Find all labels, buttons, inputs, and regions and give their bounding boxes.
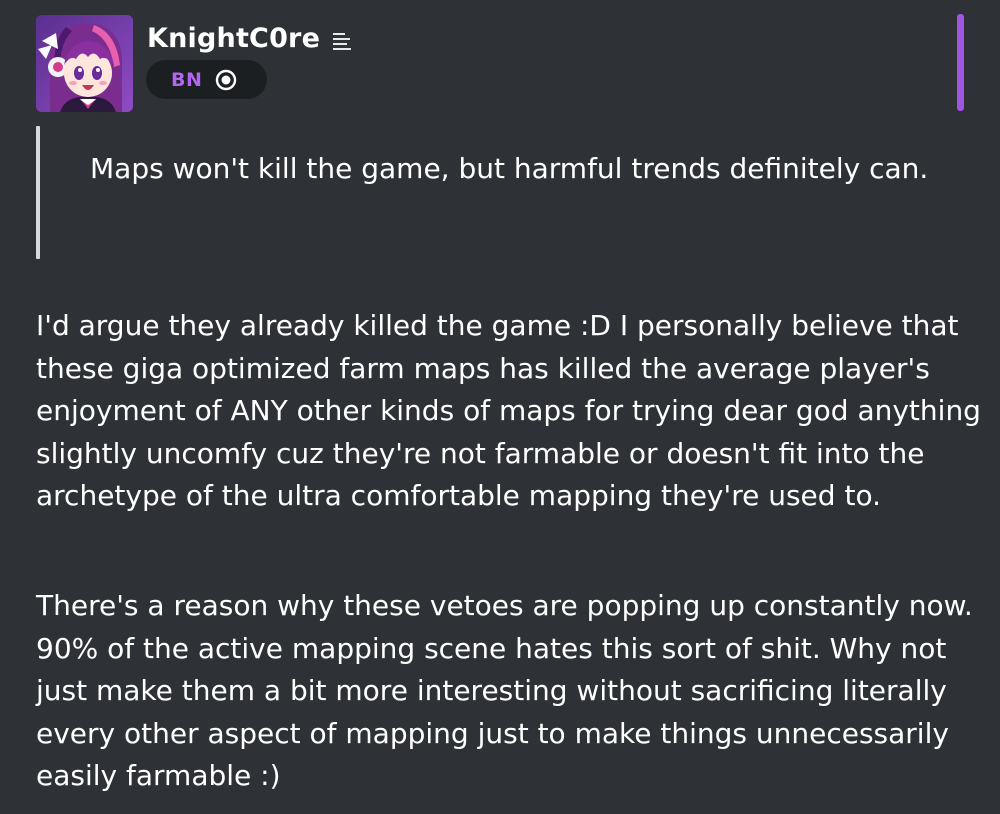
group-color-bar xyxy=(957,14,964,111)
radio-circle-icon xyxy=(216,69,237,90)
username[interactable]: KnightC0re xyxy=(147,23,320,54)
menu-icon[interactable] xyxy=(332,31,352,51)
user-avatar[interactable] xyxy=(36,15,133,112)
forum-post: KnightC0re BN Maps won't kill the game, … xyxy=(0,0,1000,814)
avatar-image xyxy=(36,15,133,112)
quote-bar xyxy=(36,126,40,259)
group-badge-label: BN xyxy=(171,68,203,91)
post-paragraph: There's a reason why these vetoes are po… xyxy=(36,589,973,792)
post-paragraph: I'd argue they already killed the game :… xyxy=(36,309,981,512)
username-link[interactable]: KnightC0re xyxy=(147,18,352,58)
group-badge[interactable]: BN xyxy=(146,60,267,99)
quote-text: Maps won't kill the game, but harmful tr… xyxy=(90,152,929,185)
